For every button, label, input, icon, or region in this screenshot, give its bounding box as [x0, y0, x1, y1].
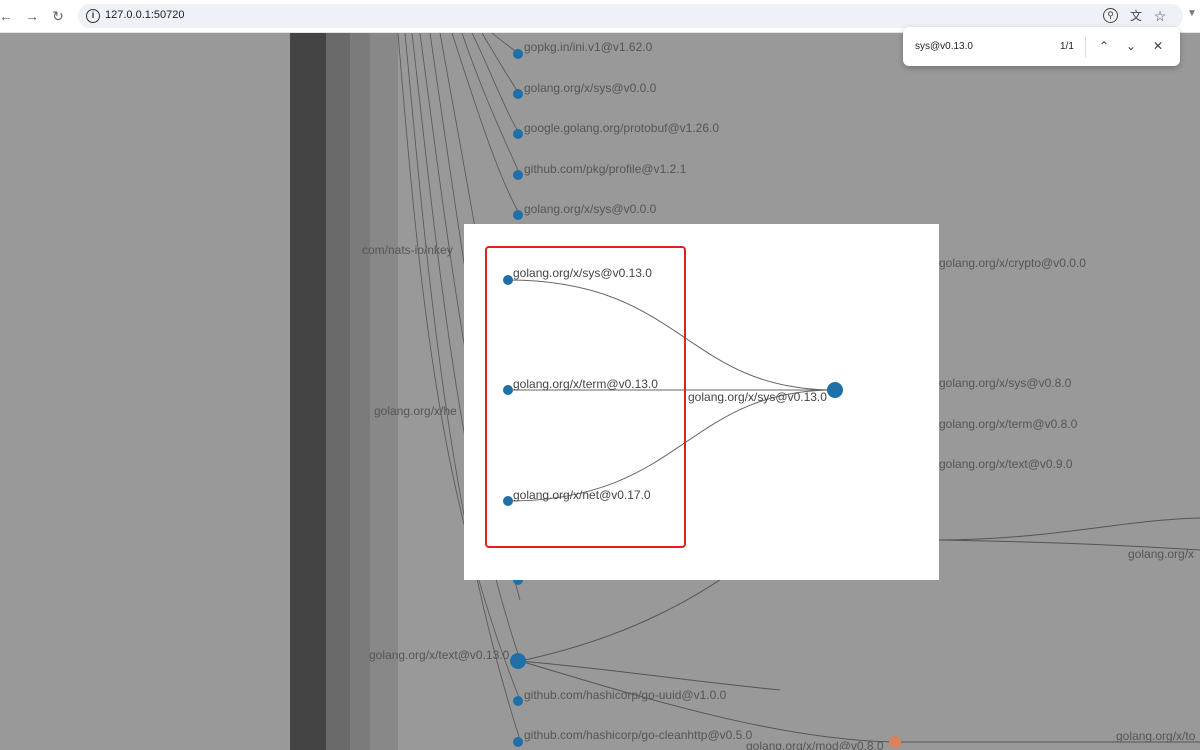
reload-icon[interactable]: ↻: [48, 6, 68, 26]
close-icon[interactable]: ✕: [1149, 37, 1167, 55]
graph-node[interactable]: [513, 210, 523, 220]
popup-node[interactable]: [503, 275, 513, 285]
find-match-count: 1/1: [1060, 41, 1074, 52]
node-label: gopkg.in/ini.v1@v1.62.0: [524, 40, 653, 54]
popup-node-label: golang.org/x/net@v0.17.0: [513, 488, 651, 502]
popup-target-node[interactable]: [827, 382, 843, 398]
popup-graph: golang.org/x/sys@v0.13.0 golang.org/x/te…: [485, 246, 843, 548]
selection-highlight-box: [485, 246, 686, 548]
popup-edge: [507, 389, 836, 502]
graph-node[interactable]: [513, 737, 523, 747]
node-label: golang.org/x/sys@v0.0.0: [524, 202, 657, 216]
node-label: golang.org/x/text@v0.13.0: [369, 648, 510, 662]
graph-node[interactable]: [513, 696, 523, 706]
node-label: github.com/hashicorp/go-cleanhttp@v0.5.0: [524, 728, 753, 742]
chevron-down-icon[interactable]: ⌄: [1122, 37, 1140, 55]
popup-node[interactable]: [503, 385, 513, 395]
forward-icon[interactable]: →: [22, 6, 42, 26]
graph-node[interactable]: [513, 89, 523, 99]
node-label: github.com/pkg/profile@v1.2.1: [524, 162, 687, 176]
graph-node[interactable]: [513, 129, 523, 139]
graph-node[interactable]: [513, 170, 523, 180]
node-label: github.com/hashicorp/go-uuid@v1.0.0: [524, 688, 727, 702]
node-label: golang.org/x/mod@v0.8.0: [746, 739, 884, 750]
graph-node[interactable]: [510, 653, 526, 669]
url-text[interactable]: 127.0.0.1:50720: [105, 9, 185, 21]
back-icon[interactable]: ←: [0, 6, 16, 26]
node-label: golang.org/x/he: [374, 404, 457, 418]
popup-edge: [507, 279, 836, 391]
find-in-page-bar: sys@v0.13.0 1/1 ⌃ ⌄ ✕: [903, 27, 1180, 66]
node-label: golang.org/x/crypto@v0.0.0: [939, 256, 1086, 270]
popup-node-label: golang.org/x/term@v0.13.0: [513, 377, 658, 391]
site-info-icon[interactable]: i: [86, 9, 100, 23]
find-separator: [1085, 37, 1086, 57]
find-input[interactable]: sys@v0.13.0: [915, 41, 973, 52]
node-label: golang.org/x/sys@v0.8.0: [939, 376, 1072, 390]
node-label: golang.org/x/text@v0.9.0: [939, 457, 1073, 471]
chevron-up-icon[interactable]: ⌃: [1095, 37, 1113, 55]
node-label: com/nats-io/nkey: [362, 243, 453, 257]
translate-icon[interactable]: 文: [1128, 8, 1144, 24]
search-page-icon[interactable]: ⚲: [1103, 8, 1118, 23]
bookmark-star-icon[interactable]: ☆: [1152, 8, 1168, 24]
node-label: golang.org/x: [1128, 547, 1194, 561]
node-label: google.golang.org/protobuf@v1.26.0: [524, 121, 719, 135]
popup-target-label: golang.org/x/sys@v0.13.0: [688, 390, 827, 404]
address-bar[interactable]: i 127.0.0.1:50720 ⚲ 文 ☆: [78, 4, 1183, 28]
graph-node-highlight[interactable]: [889, 736, 901, 748]
popup-node[interactable]: [503, 496, 513, 506]
dependency-popup: golang.org/x/sys@v0.13.0 golang.org/x/te…: [464, 224, 939, 580]
node-label: golang.org/x/to: [1116, 729, 1196, 743]
graph-node[interactable]: [513, 49, 523, 59]
popup-node-label: golang.org/x/sys@v0.13.0: [513, 266, 652, 280]
extension-dropdown-icon[interactable]: ▼: [1187, 8, 1197, 19]
node-label: golang.org/x/term@v0.8.0: [939, 417, 1078, 431]
node-label: golang.org/x/sys@v0.0.0: [524, 81, 657, 95]
